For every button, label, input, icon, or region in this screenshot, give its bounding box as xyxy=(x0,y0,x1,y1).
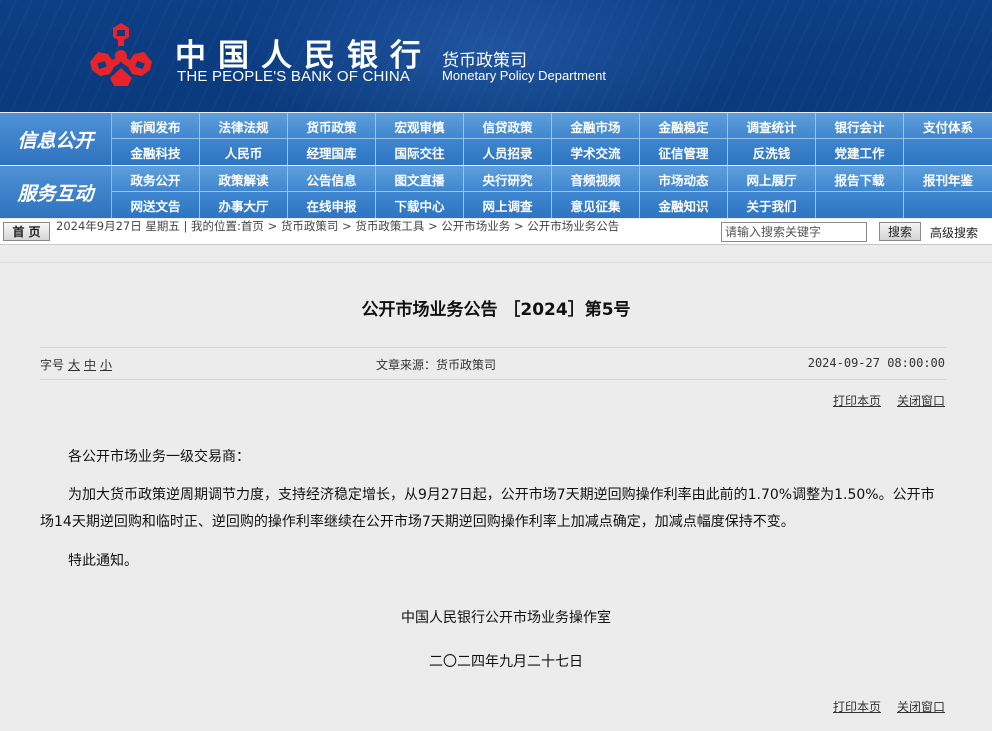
nav-item[interactable]: 法律法规 xyxy=(200,113,288,139)
nav-item[interactable]: 网上调查 xyxy=(464,192,552,218)
font-size-medium-link[interactable]: 中 xyxy=(84,358,96,372)
nav-item[interactable]: 音频视频 xyxy=(552,166,640,192)
content-divider xyxy=(0,262,992,263)
advanced-search-link[interactable]: 高级搜索 xyxy=(930,224,978,241)
nav-item[interactable]: 经理国库 xyxy=(288,139,376,165)
nav-item[interactable]: 政策解读 xyxy=(200,166,288,192)
nav-item[interactable]: 办事大厅 xyxy=(200,192,288,218)
nav-item[interactable]: 关于我们 xyxy=(728,192,816,218)
nav-item[interactable]: 金融市场 xyxy=(552,113,640,139)
nav-group-service: 服务互动 政务公开 政策解读 公告信息 图文直播 央行研究 音频视频 市场动态 … xyxy=(0,166,992,218)
nav-item[interactable]: 金融知识 xyxy=(640,192,728,218)
page-utility-links: 打印本页 关闭窗口 xyxy=(817,698,945,715)
search-input[interactable] xyxy=(721,222,867,242)
font-size-label: 字号 xyxy=(40,358,65,372)
nav-item[interactable]: 央行研究 xyxy=(464,166,552,192)
print-page-link[interactable]: 打印本页 xyxy=(833,700,881,714)
article-salutation: 各公开市场业务一级交易商： xyxy=(68,449,250,465)
page-utility-links: 打印本页 关闭窗口 xyxy=(817,392,945,409)
nav-item-empty xyxy=(816,192,904,218)
bank-name-en[interactable]: THE PEOPLE'S BANK OF CHINA xyxy=(177,68,410,85)
nav-item[interactable]: 信贷政策 xyxy=(464,113,552,139)
font-size-large-link[interactable]: 大 xyxy=(68,358,80,372)
nav-item-empty xyxy=(904,139,992,165)
nav-item[interactable]: 调查统计 xyxy=(728,113,816,139)
article-date: 2024-09-27 08:00:00 xyxy=(807,356,945,370)
nav-item[interactable]: 支付体系 xyxy=(904,113,992,139)
nav-item[interactable]: 金融稳定 xyxy=(640,113,728,139)
nav-group-label-info[interactable]: 信息公开 xyxy=(0,113,112,165)
nav-row: 新闻发布 法律法规 货币政策 宏观审慎 信贷政策 金融市场 金融稳定 调查统计 … xyxy=(112,113,992,139)
nav-item[interactable]: 下载中心 xyxy=(376,192,464,218)
nav-item[interactable]: 宏观审慎 xyxy=(376,113,464,139)
article-signature: 中国人民银行公开市场业务操作室 xyxy=(401,610,611,626)
pboc-emblem-icon[interactable] xyxy=(88,22,154,88)
font-size-small-link[interactable]: 小 xyxy=(100,358,112,372)
search-button[interactable]: 搜索 xyxy=(879,222,921,241)
nav-item[interactable]: 网上展厅 xyxy=(728,166,816,192)
nav-item[interactable]: 公告信息 xyxy=(288,166,376,192)
nav-item[interactable]: 银行会计 xyxy=(816,113,904,139)
meta-divider xyxy=(40,379,946,380)
print-page-link[interactable]: 打印本页 xyxy=(833,394,881,408)
nav-item[interactable]: 学术交流 xyxy=(552,139,640,165)
header-banner: 中国人民银行 THE PEOPLE'S BANK OF CHINA 货币政策司 … xyxy=(0,0,992,112)
nav-item[interactable]: 反洗钱 xyxy=(728,139,816,165)
location-bar: 首页 2024年9月27日 星期五 | 我的位置:首页 > 货币政策司 > 货币… xyxy=(0,219,992,245)
nav-item[interactable]: 意见征集 xyxy=(552,192,640,218)
nav-item[interactable]: 国际交往 xyxy=(376,139,464,165)
home-button[interactable]: 首页 xyxy=(3,222,50,241)
nav-item[interactable]: 征信管理 xyxy=(640,139,728,165)
font-size-control: 字号大中小 xyxy=(40,356,112,373)
close-window-link[interactable]: 关闭窗口 xyxy=(897,700,945,714)
nav-row: 金融科技 人民币 经理国库 国际交往 人员招录 学术交流 征信管理 反洗钱 党建… xyxy=(112,139,992,165)
article-title: 公开市场业务公告 ［2024］第5号 xyxy=(361,300,631,320)
nav-group-label-service[interactable]: 服务互动 xyxy=(0,166,112,218)
nav-item-empty xyxy=(904,192,992,218)
article-sign-date: 二〇二四年九月二十七日 xyxy=(429,654,583,670)
nav-item[interactable]: 报刊年鉴 xyxy=(904,166,992,192)
nav-item[interactable]: 新闻发布 xyxy=(112,113,200,139)
nav-row: 政务公开 政策解读 公告信息 图文直播 央行研究 音频视频 市场动态 网上展厅 … xyxy=(112,166,992,192)
article-source: 文章来源：货币政策司 xyxy=(376,358,497,372)
breadcrumb: 2024年9月27日 星期五 | 我的位置:首页 > 货币政策司 > 货币政策工… xyxy=(56,220,620,233)
meta-divider xyxy=(40,347,946,348)
nav-row: 网送文告 办事大厅 在线申报 下载中心 网上调查 意见征集 金融知识 关于我们 xyxy=(112,192,992,218)
nav-item[interactable]: 政务公开 xyxy=(112,166,200,192)
nav-item[interactable]: 报告下载 xyxy=(816,166,904,192)
nav-item[interactable]: 货币政策 xyxy=(288,113,376,139)
department-name-en[interactable]: Monetary Policy Department xyxy=(442,68,606,83)
nav-item[interactable]: 党建工作 xyxy=(816,139,904,165)
nav-item[interactable]: 在线申报 xyxy=(288,192,376,218)
nav-item[interactable]: 图文直播 xyxy=(376,166,464,192)
nav-item[interactable]: 网送文告 xyxy=(112,192,200,218)
nav-item[interactable]: 市场动态 xyxy=(640,166,728,192)
nav-item[interactable]: 人民币 xyxy=(200,139,288,165)
close-window-link[interactable]: 关闭窗口 xyxy=(897,394,945,408)
nav-item[interactable]: 人员招录 xyxy=(464,139,552,165)
nav-group-info-disclosure: 信息公开 新闻发布 法律法规 货币政策 宏观审慎 信贷政策 金融市场 金融稳定 … xyxy=(0,113,992,165)
nav-item[interactable]: 金融科技 xyxy=(112,139,200,165)
article-body: 为加大货币政策逆周期调节力度，支持经济稳定增长，从9月27日起，公开市场7天期逆… xyxy=(40,487,935,530)
article-notice: 特此通知。 xyxy=(68,553,138,569)
